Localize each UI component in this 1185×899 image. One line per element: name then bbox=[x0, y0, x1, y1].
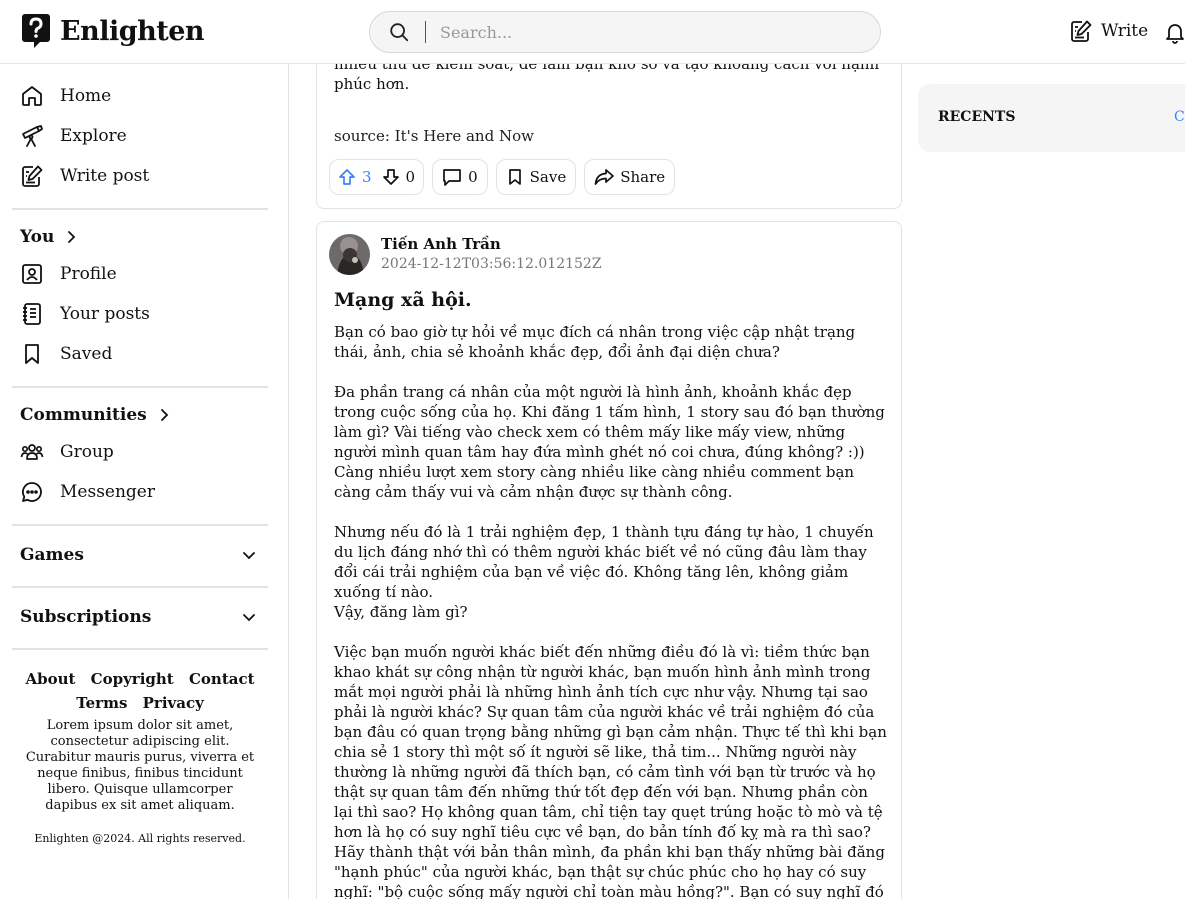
vote-group: 3 0 bbox=[329, 159, 425, 195]
post-source: source: It's Here and Now bbox=[334, 127, 534, 145]
footer-link-copyright[interactable]: Copyright bbox=[91, 670, 174, 688]
left-sidebar: Home Explore Write post You Profile Your… bbox=[0, 64, 289, 899]
footer-link-privacy[interactable]: Privacy bbox=[143, 694, 204, 712]
search-bar[interactable] bbox=[369, 11, 881, 53]
sidebar-item-label: Write post bbox=[60, 166, 150, 186]
brand-logo[interactable]: Enlighten bbox=[22, 14, 205, 48]
search-divider bbox=[425, 21, 426, 43]
post-title[interactable]: Mạng xã hội. bbox=[334, 289, 472, 311]
post-actions: 3 0 0 Save Share bbox=[329, 159, 683, 195]
copyright-text: Enlighten @2024. All rights reserved. bbox=[34, 832, 246, 845]
comment-icon bbox=[443, 169, 461, 186]
sidebar-item-label: Saved bbox=[60, 344, 113, 364]
write-button[interactable]: Write bbox=[1069, 19, 1148, 43]
chevron-down-icon bbox=[243, 614, 255, 622]
subscriptions-heading: Subscriptions bbox=[20, 607, 152, 627]
author-name[interactable]: Tiến Anh Trần bbox=[381, 235, 501, 253]
footer-link-contact[interactable]: Contact bbox=[189, 670, 255, 688]
notification-bell-icon[interactable] bbox=[1163, 20, 1185, 44]
write-post-icon bbox=[22, 165, 43, 187]
post-paragraph: Vậy, đăng làm gì? bbox=[334, 603, 468, 621]
footer-link-terms[interactable]: Terms bbox=[76, 694, 127, 712]
sidebar-item-your-posts[interactable]: Your posts bbox=[20, 300, 150, 328]
you-section-header[interactable]: You bbox=[20, 227, 78, 247]
post-paragraph: Đa phần trang cá nhân của một người là h… bbox=[334, 383, 885, 501]
post-card: Tiến Anh Trần 2024-12-12T03:56:12.012152… bbox=[316, 221, 902, 899]
upvote-count: 3 bbox=[362, 168, 372, 186]
sidebar-item-label: Home bbox=[60, 86, 112, 106]
share-label: Share bbox=[620, 168, 666, 186]
footer-description: Lorem ipsum dolor sit amet, consectetur … bbox=[25, 718, 255, 813]
sidebar-item-profile[interactable]: Profile bbox=[20, 260, 117, 288]
write-label: Write bbox=[1101, 21, 1149, 41]
save-button[interactable]: Save bbox=[495, 159, 577, 195]
bookmark-icon bbox=[25, 344, 39, 364]
recents-clear-button[interactable]: C bbox=[1174, 109, 1185, 125]
upvote-icon[interactable] bbox=[338, 168, 356, 186]
save-label: Save bbox=[529, 168, 567, 186]
comment-button[interactable]: 0 bbox=[432, 159, 488, 195]
telescope-icon bbox=[22, 125, 43, 147]
bookmark-icon bbox=[508, 169, 521, 185]
sidebar-divider bbox=[12, 586, 268, 588]
author-avatar-image bbox=[329, 234, 370, 275]
chevron-right-icon bbox=[68, 231, 76, 243]
communities-section-header[interactable]: Communities bbox=[20, 405, 171, 425]
sidebar-item-saved[interactable]: Saved bbox=[20, 340, 112, 368]
subscriptions-section-header[interactable]: Subscriptions bbox=[20, 607, 256, 627]
sidebar-divider bbox=[12, 648, 268, 650]
downvote-icon[interactable] bbox=[382, 168, 400, 186]
sidebar-divider bbox=[12, 208, 268, 210]
chevron-down-icon bbox=[243, 552, 255, 560]
post-paragraph: Việc bạn muốn người khác biết đến những … bbox=[334, 643, 887, 841]
search-icon bbox=[390, 23, 409, 42]
recents-panel: RECENTS C bbox=[918, 84, 1185, 152]
sidebar-divider bbox=[12, 386, 268, 388]
sidebar-item-label: Explore bbox=[60, 126, 127, 146]
write-icon bbox=[1071, 20, 1092, 42]
brand-name: Enlighten bbox=[60, 15, 205, 47]
recents-heading: RECENTS bbox=[938, 109, 1016, 125]
sidebar-item-label: Group bbox=[60, 442, 114, 462]
sidebar-divider bbox=[12, 524, 268, 526]
sidebar-item-group[interactable]: Group bbox=[20, 438, 114, 466]
downvote-count: 0 bbox=[405, 168, 416, 186]
footer-link-about[interactable]: About bbox=[25, 670, 75, 688]
home-icon bbox=[22, 86, 42, 106]
top-header: Enlighten Write bbox=[0, 0, 1185, 64]
logo-question-icon bbox=[22, 14, 50, 48]
post-paragraph: Hãy thành thật với bản thân mình, đa phầ… bbox=[334, 843, 885, 899]
sidebar-item-home[interactable]: Home bbox=[20, 82, 111, 110]
you-heading: You bbox=[20, 227, 55, 247]
footer-links-row: Terms Privacy bbox=[12, 694, 268, 712]
comment-count: 0 bbox=[468, 168, 478, 186]
share-icon bbox=[594, 169, 615, 185]
profile-icon bbox=[22, 264, 42, 284]
communities-heading: Communities bbox=[20, 405, 147, 425]
post-paragraph: Nhưng nếu đó là 1 trải nghiệm đẹp, 1 thà… bbox=[334, 523, 874, 601]
share-button[interactable]: Share bbox=[584, 159, 676, 195]
games-section-header[interactable]: Games bbox=[20, 545, 256, 565]
sidebar-item-label: Your posts bbox=[60, 304, 150, 324]
post-timestamp: 2024-12-12T03:56:12.012152Z bbox=[381, 256, 602, 272]
sidebar-item-explore[interactable]: Explore bbox=[20, 122, 127, 150]
footer-links-row: About Copyright Contact bbox=[12, 670, 268, 688]
messenger-icon bbox=[22, 482, 42, 502]
search-input[interactable] bbox=[440, 22, 840, 42]
avatar[interactable] bbox=[329, 234, 370, 275]
chevron-right-icon bbox=[160, 409, 169, 421]
group-icon bbox=[20, 444, 44, 460]
sidebar-item-label: Messenger bbox=[60, 482, 155, 502]
sidebar-item-label: Profile bbox=[60, 264, 117, 284]
sidebar-item-messenger[interactable]: Messenger bbox=[20, 478, 155, 506]
post-paragraph: Bạn có bao giờ tự hỏi về mục đích cá nhâ… bbox=[334, 323, 856, 361]
games-heading: Games bbox=[20, 545, 84, 565]
posts-icon bbox=[23, 303, 41, 325]
sidebar-item-write-post[interactable]: Write post bbox=[20, 162, 149, 190]
